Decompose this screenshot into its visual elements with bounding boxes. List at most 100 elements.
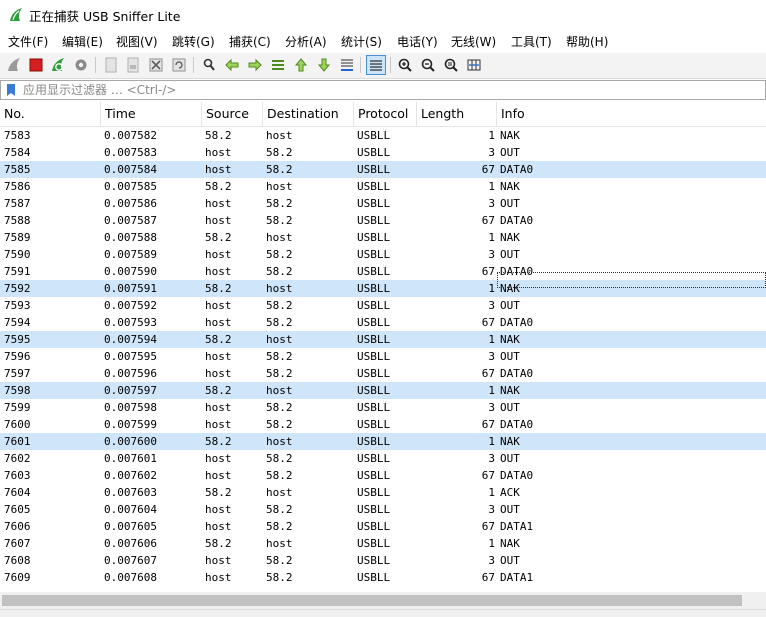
packet-time-cell: 0.007582 bbox=[104, 129, 157, 142]
packet-row[interactable]: 7584 0.007583 host 58.2 USBLL 3 OUT bbox=[0, 144, 766, 161]
save-file-icon[interactable] bbox=[123, 55, 143, 75]
window-title: 正在捕获 USB Sniffer Lite bbox=[29, 8, 181, 24]
packet-row[interactable]: 7597 0.007596 host 58.2 USBLL 67 DATA0 bbox=[0, 365, 766, 382]
packet-row[interactable]: 7598 0.007597 58.2 host USBLL 1 NAK bbox=[0, 382, 766, 399]
packet-row[interactable]: 7602 0.007601 host 58.2 USBLL 3 OUT bbox=[0, 450, 766, 467]
go-back-icon[interactable] bbox=[222, 55, 242, 75]
close-file-icon[interactable] bbox=[146, 55, 166, 75]
packet-source-cell: host bbox=[205, 554, 232, 567]
packet-info-cell: OUT bbox=[500, 248, 520, 261]
column-header-protocol[interactable]: Protocol bbox=[354, 102, 417, 126]
menu-help[interactable]: 帮助(H) bbox=[566, 33, 608, 50]
zoom-out-icon[interactable] bbox=[418, 55, 438, 75]
zoom-normal-icon[interactable] bbox=[441, 55, 461, 75]
packet-row[interactable]: 7603 0.007602 host 58.2 USBLL 67 DATA0 bbox=[0, 467, 766, 484]
packet-info-cell: ACK bbox=[500, 486, 520, 499]
menu-go[interactable]: 跳转(G) bbox=[172, 33, 215, 50]
packet-row[interactable]: 7588 0.007587 host 58.2 USBLL 67 DATA0 bbox=[0, 212, 766, 229]
packet-row[interactable]: 7606 0.007605 host 58.2 USBLL 67 DATA1 bbox=[0, 518, 766, 535]
packet-row[interactable]: 7589 0.007588 58.2 host USBLL 1 NAK bbox=[0, 229, 766, 246]
packet-length-cell: 3 bbox=[488, 248, 495, 261]
packet-row[interactable]: 7601 0.007600 58.2 host USBLL 1 NAK bbox=[0, 433, 766, 450]
column-header-length[interactable]: Length bbox=[417, 102, 497, 126]
packet-time-cell: 0.007606 bbox=[104, 537, 157, 550]
packet-row[interactable]: 7607 0.007606 58.2 host USBLL 1 NAK bbox=[0, 535, 766, 552]
go-last-icon[interactable] bbox=[314, 55, 334, 75]
packet-destination-cell: 58.2 bbox=[266, 469, 293, 482]
column-header-source[interactable]: Source bbox=[202, 102, 263, 126]
packet-no-cell: 7601 bbox=[4, 435, 31, 448]
packet-protocol-cell: USBLL bbox=[357, 486, 391, 499]
scrollbar-thumb[interactable] bbox=[2, 595, 742, 606]
packet-row[interactable]: 7593 0.007592 host 58.2 USBLL 3 OUT bbox=[0, 297, 766, 314]
go-to-packet-icon[interactable] bbox=[268, 55, 288, 75]
packet-row[interactable]: 7592 0.007591 58.2 host USBLL 1 NAK bbox=[0, 280, 766, 297]
packet-destination-cell: 58.2 bbox=[266, 197, 293, 210]
menu-analyze[interactable]: 分析(A) bbox=[285, 33, 327, 50]
display-filter-input[interactable] bbox=[23, 82, 765, 98]
packet-row[interactable]: 7594 0.007593 host 58.2 USBLL 67 DATA0 bbox=[0, 314, 766, 331]
packet-row[interactable]: 7610 0.007609 58.2 host USBLL 1 NAK bbox=[0, 586, 766, 588]
resize-columns-icon[interactable] bbox=[464, 55, 484, 75]
packet-row[interactable]: 7587 0.007586 host 58.2 USBLL 3 OUT bbox=[0, 195, 766, 212]
packet-destination-cell: host bbox=[266, 129, 293, 142]
packet-no-cell: 7592 bbox=[4, 282, 31, 295]
packet-no-cell: 7587 bbox=[4, 197, 31, 210]
go-first-icon[interactable] bbox=[291, 55, 311, 75]
open-file-icon[interactable] bbox=[101, 55, 121, 75]
column-header-no[interactable]: No. bbox=[0, 102, 101, 126]
menu-statistics[interactable]: 统计(S) bbox=[341, 33, 382, 50]
packet-no-cell: 7609 bbox=[4, 571, 31, 584]
packet-destination-cell: 58.2 bbox=[266, 265, 293, 278]
packet-no-cell: 7606 bbox=[4, 520, 31, 533]
menu-capture[interactable]: 捕获(C) bbox=[229, 33, 271, 50]
packet-row[interactable]: 7608 0.007607 host 58.2 USBLL 3 OUT bbox=[0, 552, 766, 569]
packet-row[interactable]: 7600 0.007599 host 58.2 USBLL 67 DATA0 bbox=[0, 416, 766, 433]
menu-edit[interactable]: 编辑(E) bbox=[62, 33, 103, 50]
packet-row[interactable]: 7605 0.007604 host 58.2 USBLL 3 OUT bbox=[0, 501, 766, 518]
packet-row[interactable]: 7583 0.007582 58.2 host USBLL 1 NAK bbox=[0, 127, 766, 144]
packet-row[interactable]: 7604 0.007603 58.2 host USBLL 1 ACK bbox=[0, 484, 766, 501]
column-header-info[interactable]: Info bbox=[497, 102, 766, 126]
zoom-in-icon[interactable] bbox=[395, 55, 415, 75]
menu-telephony[interactable]: 电话(Y) bbox=[397, 33, 438, 50]
packet-destination-cell: host bbox=[266, 231, 293, 244]
menu-view[interactable]: 视图(V) bbox=[116, 33, 158, 50]
colorize-icon[interactable] bbox=[366, 55, 386, 75]
packet-length-cell: 1 bbox=[488, 180, 495, 193]
packet-time-cell: 0.007593 bbox=[104, 316, 157, 329]
menu-tools[interactable]: 工具(T) bbox=[511, 33, 552, 50]
column-header-destination[interactable]: Destination bbox=[263, 102, 354, 126]
restart-icon[interactable] bbox=[48, 55, 68, 75]
packet-row[interactable]: 7586 0.007585 58.2 host USBLL 1 NAK bbox=[0, 178, 766, 195]
packet-time-cell: 0.007608 bbox=[104, 571, 157, 584]
menu-file[interactable]: 文件(F) bbox=[8, 33, 48, 50]
packet-row[interactable]: 7590 0.007589 host 58.2 USBLL 3 OUT bbox=[0, 246, 766, 263]
column-header-time[interactable]: Time bbox=[101, 102, 202, 126]
packet-time-cell: 0.007604 bbox=[104, 503, 157, 516]
packet-length-cell: 67 bbox=[481, 469, 495, 482]
packet-row[interactable]: 7591 0.007590 host 58.2 USBLL 67 DATA0 bbox=[0, 263, 766, 280]
packet-protocol-cell: USBLL bbox=[357, 265, 391, 278]
packet-row[interactable]: 7596 0.007595 host 58.2 USBLL 3 OUT bbox=[0, 348, 766, 365]
packet-time-cell: 0.007595 bbox=[104, 350, 157, 363]
packet-info-cell: OUT bbox=[500, 554, 520, 567]
packet-destination-cell: 58.2 bbox=[266, 401, 293, 414]
shark-fin-start-icon[interactable] bbox=[4, 55, 24, 75]
reload-icon[interactable] bbox=[169, 55, 189, 75]
options-gear-icon[interactable] bbox=[71, 55, 91, 75]
menu-wireless[interactable]: 无线(W) bbox=[451, 33, 496, 50]
packet-destination-cell: 58.2 bbox=[266, 163, 293, 176]
packet-source-cell: host bbox=[205, 520, 232, 533]
horizontal-scrollbar[interactable] bbox=[0, 592, 766, 609]
autoscroll-icon[interactable] bbox=[337, 55, 357, 75]
packet-row[interactable]: 7585 0.007584 host 58.2 USBLL 67 DATA0 bbox=[0, 161, 766, 178]
find-icon[interactable] bbox=[199, 55, 219, 75]
stop-icon[interactable] bbox=[26, 55, 46, 75]
go-forward-icon[interactable] bbox=[245, 55, 265, 75]
packet-row[interactable]: 7609 0.007608 host 58.2 USBLL 67 DATA1 bbox=[0, 569, 766, 586]
packet-source-cell: 58.2 bbox=[205, 231, 232, 244]
packet-row[interactable]: 7599 0.007598 host 58.2 USBLL 3 OUT bbox=[0, 399, 766, 416]
bookmark-icon[interactable] bbox=[4, 82, 18, 98]
packet-row[interactable]: 7595 0.007594 58.2 host USBLL 1 NAK bbox=[0, 331, 766, 348]
